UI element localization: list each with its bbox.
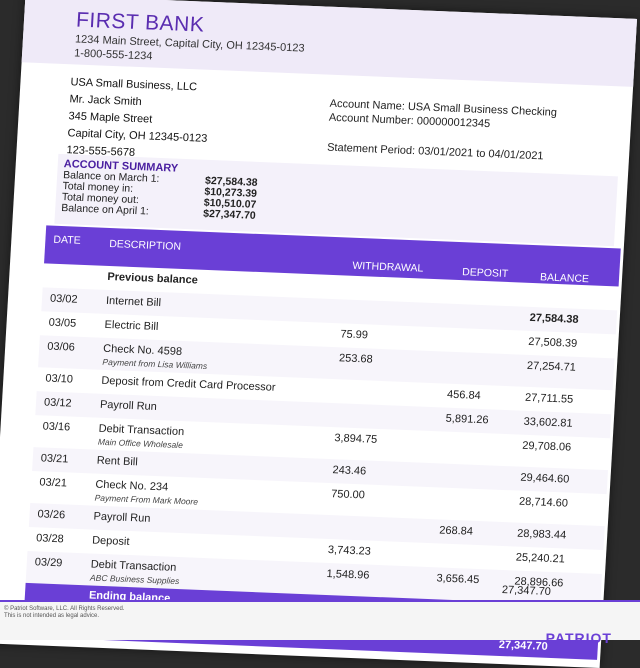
row-withdrawal: 243.46 [332,464,367,478]
row-balance: 29,708.06 [521,439,572,454]
row-balance: 28,983.44 [516,527,567,542]
row-date: 03/16 [42,420,71,434]
bank-header: FIRST BANK 1234 Main Street, Capital Cit… [21,0,638,87]
row-deposit: 5,891.26 [445,412,489,427]
row-date: 03/29 [34,556,63,570]
row-date: 03/12 [43,396,72,410]
row-subtext: Payment from Lisa Williams [102,356,208,371]
row-withdrawal: 750.00 [330,488,366,502]
row-date: 03/05 [48,316,77,330]
row-subtext: Main Office Wholesale [97,436,184,451]
row-balance: 33,602.81 [523,415,573,430]
ending-value: 27,347.70 [501,584,552,598]
row-balance: 27,711.55 [524,391,574,406]
page-footer: © Patriot Software, LLC. All Rights Rese… [0,600,640,646]
final-balance: 27,347.70 [498,638,549,653]
row-subtext: ABC Business Supplies [89,572,180,587]
statement-period: Statement Period: 03/01/2021 to 04/01/20… [326,141,544,163]
row-description: Deposit [91,534,130,549]
customer-address: USA Small Business, LLC Mr. Jack Smith 3… [66,74,211,164]
row-description: Payroll Run [93,510,151,525]
row-description: Check No. 4598 [102,342,183,358]
row-description: Payroll Run [99,398,158,414]
transactions-table: DATE DESCRIPTION WITHDRAWAL DEPOSIT BALA… [22,225,621,660]
row-date: 03/28 [35,532,65,546]
row-description: Electric Bill [104,318,159,334]
row-balance: 28,714.60 [518,495,569,510]
row-withdrawal: 253.68 [338,352,374,366]
row-date: 03/02 [49,292,78,306]
row-balance: 27,584.38 [529,311,579,326]
header-date: DATE [53,233,81,247]
row-date: 03/06 [46,340,76,354]
bank-statement-page: FIRST BANK 1234 Main Street, Capital Cit… [0,0,638,668]
row-date: 03/26 [37,508,66,522]
row-description: Debit Transaction [90,558,177,574]
header-deposit: DEPOSIT [461,266,509,281]
row-balance: 25,240.21 [515,551,566,566]
row-date: 03/10 [45,372,74,386]
row-description: Deposit from Credit Card Processor [101,374,276,394]
disclaimer-text: This is not intended as legal advice. [4,613,100,619]
row-balance: 29,464.60 [520,471,570,486]
row-subtext: Payment From Mark Moore [94,492,199,507]
row-balance: 27,508.39 [527,335,578,350]
table-body: Previous balance 03/02 Internet Bill 27,584… [25,263,619,606]
header-withdrawal: WITHDRAWAL [352,259,424,275]
footer-rule [0,600,640,602]
row-withdrawal: 75.99 [340,328,369,342]
account-info: Account Name: USA Small Business Checkin… [327,97,558,164]
row-description: Internet Bill [105,294,162,310]
row-withdrawal: 3,894.75 [334,432,378,446]
header-description: DESCRIPTION [108,237,182,253]
row-date: 03/21 [39,476,68,490]
copyright-text: © Patriot Software, LLC. All Rights Rese… [4,606,125,612]
row-deposit: 3,656.45 [436,572,480,587]
row-deposit: 268.84 [438,524,474,538]
row-deposit: 456.84 [446,388,482,402]
row-description: Rent Bill [96,454,139,469]
row-description: Debit Transaction [98,422,185,439]
summary-value: $27,347.70 [202,207,257,222]
row-description: Check No. 234 [95,478,169,494]
row-withdrawal: 3,743.23 [327,544,372,558]
row-date: 03/21 [40,452,69,466]
row-withdrawal: 1,548.96 [326,567,370,582]
row-description: Previous balance [107,270,199,287]
patriot-logo: PATRIOT [545,630,612,646]
row-balance: 27,254.71 [526,359,577,374]
